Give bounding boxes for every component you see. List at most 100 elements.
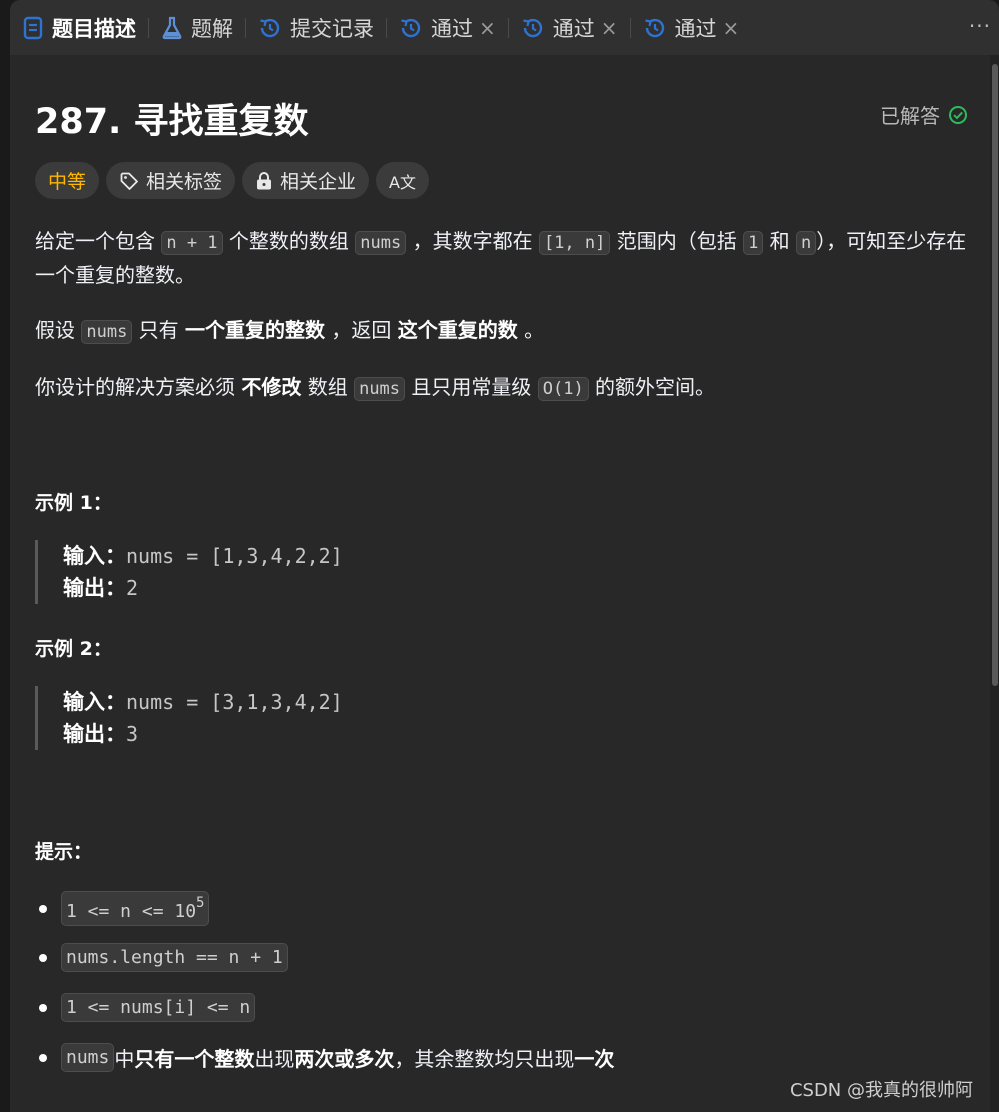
bold-text: 不修改 — [241, 375, 302, 399]
close-icon[interactable]: × — [723, 16, 740, 40]
translate-icon: A文 — [389, 172, 416, 192]
text: 个整数的数组 — [222, 229, 356, 253]
input-key: 输入： — [63, 690, 126, 714]
input-value: nums = [1,3,4,2,2] — [126, 544, 343, 568]
inline-code: O(1) — [537, 377, 589, 401]
related-tags-button[interactable]: 相关标签 — [106, 162, 236, 199]
tab-label: 通过 — [674, 16, 717, 41]
tab-accepted-2[interactable]: 通过 × — [509, 0, 630, 55]
text: 的额外空间。 — [588, 375, 716, 399]
text: ，其余整数均只出现 — [394, 1047, 575, 1071]
inline-code: n + 1 — [161, 231, 223, 255]
translate-button[interactable]: A文 — [376, 162, 429, 199]
list-item: nums 中 只有一个整数 出现 两次或多次 ，其余整数均只出现 一次 — [35, 1043, 614, 1072]
tab-bar: 题目描述 题解 提交记录 通过 × 通过 × 通过 × ··· — [10, 0, 999, 55]
text: ，返回 — [325, 318, 398, 342]
text: ，其数字都在 — [406, 229, 539, 253]
text: 范围内（包括 — [610, 229, 744, 253]
document-icon — [23, 16, 43, 39]
constraints-heading: 提示： — [35, 841, 93, 863]
example-input-line: 输入：nums = [3,1,3,4,2] — [63, 686, 635, 718]
description-paragraph-2: 假设 nums 只有 一个重复的整数 ，返回 这个重复的数 。 — [35, 314, 970, 348]
input-key: 输入： — [63, 544, 126, 568]
bullet — [39, 904, 47, 913]
example-1-block: 输入：nums = [1,3,4,2,2] 输出：2 — [35, 540, 635, 604]
problem-panel: 287. 寻找重复数 已解答 中等 相关标签 相关企业 A文 给定一个包含 n … — [10, 55, 990, 1112]
text: 且只用常量级 — [405, 375, 538, 399]
list-item: 1 <= n <= 105 — [35, 891, 210, 926]
solved-status: 已解答 — [880, 100, 968, 129]
inline-code: nums — [81, 320, 133, 344]
inline-code: nums.length == n + 1 — [61, 943, 288, 972]
text: 假设 — [35, 318, 82, 342]
text: 中 — [114, 1047, 135, 1071]
tag-icon — [120, 172, 138, 190]
inline-code: nums — [354, 377, 406, 401]
inline-code: 1 — [743, 231, 764, 255]
tab-submissions[interactable]: 提交记录 — [246, 0, 386, 55]
tab-label: 通过 — [552, 16, 595, 41]
bullet — [39, 953, 47, 962]
tab-accepted-1[interactable]: 通过 × — [387, 0, 508, 55]
tab-label: 题目描述 — [52, 16, 136, 41]
inline-code: 1 <= n <= 105 — [61, 891, 210, 926]
bold-text: 一个重复的整数 — [185, 318, 326, 342]
history-icon — [260, 18, 280, 37]
output-key: 输出： — [63, 576, 126, 600]
text: 你设计的解决方案必须 — [35, 375, 242, 399]
text: 给定一个包含 — [35, 229, 162, 253]
tab-solutions[interactable]: 题解 — [149, 0, 245, 55]
inline-code: n — [796, 231, 817, 255]
tab-label: 通过 — [431, 16, 473, 41]
bullet — [39, 1053, 47, 1062]
tab-label: 提交记录 — [290, 16, 374, 41]
flask-icon — [162, 16, 182, 39]
bold-text: 这个重复的数 — [397, 318, 518, 342]
output-value: 3 — [126, 722, 139, 746]
tab-label: 题解 — [191, 16, 233, 41]
more-options-icon[interactable]: ··· — [969, 14, 991, 38]
problem-title: 287. 寻找重复数 — [35, 102, 309, 142]
example-2-heading: 示例 2： — [35, 638, 112, 660]
history-icon — [401, 18, 421, 37]
inline-code: nums — [355, 231, 407, 255]
history-icon — [523, 18, 542, 37]
scrollbar-thumb[interactable] — [992, 64, 998, 686]
text: 数组 — [301, 375, 355, 399]
input-value: nums = [3,1,3,4,2] — [126, 690, 343, 714]
tab-description[interactable]: 题目描述 — [10, 0, 148, 55]
related-tags-label: 相关标签 — [146, 171, 223, 193]
text: 和 — [763, 229, 797, 253]
bold-text: 一次 — [574, 1047, 615, 1071]
solved-label: 已解答 — [880, 104, 940, 128]
check-circle-icon — [949, 105, 967, 124]
close-icon[interactable]: × — [479, 16, 496, 40]
text: 出现 — [254, 1047, 295, 1071]
tab-accepted-3[interactable]: 通过 × — [631, 0, 752, 55]
history-icon — [644, 18, 664, 37]
example-1-heading: 示例 1： — [35, 492, 112, 514]
related-companies-button[interactable]: 相关企业 — [242, 162, 370, 199]
description-paragraph-1: 给定一个包含 n + 1 个整数的数组 nums ，其数字都在 [1, n] 范… — [35, 225, 970, 291]
description-paragraph-3: 你设计的解决方案必须 不修改 数组 nums 且只用常量级 O(1) 的额外空间… — [35, 371, 970, 405]
list-item: 1 <= nums[i] <= n — [35, 993, 256, 1022]
difficulty-badge: 中等 — [35, 162, 100, 199]
example-output-line: 输出：3 — [63, 718, 635, 750]
example-2-block: 输入：nums = [3,1,3,4,2] 输出：3 — [35, 686, 635, 750]
example-output-line: 输出：2 — [63, 572, 635, 604]
example-input-line: 输入：nums = [1,3,4,2,2] — [63, 540, 635, 572]
watermark: CSDN @我真的很帅阿 — [789, 1080, 973, 1101]
bold-text: 两次或多次 — [294, 1047, 395, 1071]
difficulty-label: 中等 — [48, 171, 87, 193]
inline-code: nums — [61, 1043, 115, 1072]
lock-icon — [257, 171, 272, 189]
exponent: 5 — [196, 895, 205, 911]
inline-code: 1 <= nums[i] <= n — [61, 993, 256, 1022]
inline-code: [1, n] — [538, 231, 611, 255]
related-companies-label: 相关企业 — [280, 171, 357, 193]
text: 1 <= n <= 10 — [66, 901, 197, 922]
output-value: 2 — [126, 576, 139, 600]
list-item: nums.length == n + 1 — [35, 943, 288, 972]
text: 只有 — [132, 318, 186, 342]
close-icon[interactable]: × — [601, 16, 618, 40]
